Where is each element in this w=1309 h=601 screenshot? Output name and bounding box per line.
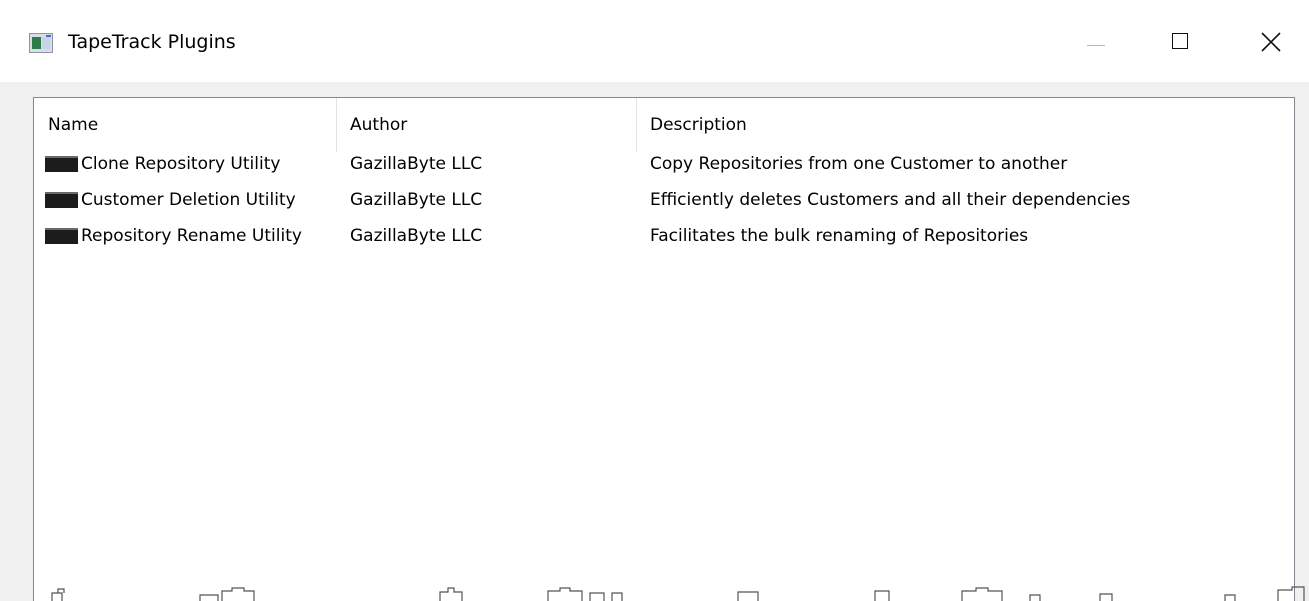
plugins-list[interactable]: Name Author Description Clone Repository… (33, 97, 1295, 601)
cropped-content-edge (0, 586, 1309, 601)
close-button[interactable] (1240, 18, 1302, 70)
list-item[interactable]: Clone Repository Utility GazillaByte LLC… (34, 146, 1294, 182)
plugin-icon (45, 156, 78, 172)
plugin-author: GazillaByte LLC (350, 190, 483, 210)
plugin-name: Clone Repository Utility (81, 154, 281, 174)
app-icon-pane-left (32, 37, 41, 49)
column-header-author[interactable]: Author (336, 98, 636, 152)
close-icon (1261, 32, 1281, 52)
plugins-window: TapeTrack Plugins Name Author Descriptio… (0, 0, 1309, 601)
app-icon-accent (46, 35, 51, 37)
minimize-icon (1087, 45, 1105, 46)
column-header-name[interactable]: Name (34, 98, 336, 152)
maximize-icon (1172, 33, 1188, 49)
plugin-name: Customer Deletion Utility (81, 190, 296, 210)
plugin-description: Copy Repositories from one Customer to a… (650, 154, 1068, 174)
list-header: Name Author Description (34, 98, 1294, 152)
cropped-glyphs-decoration (51, 586, 1305, 601)
app-icon (29, 33, 53, 53)
plugin-author: GazillaByte LLC (350, 226, 483, 246)
window-title: TapeTrack Plugins (68, 31, 236, 53)
title-bar[interactable]: TapeTrack Plugins (0, 0, 1309, 82)
plugin-author: GazillaByte LLC (350, 154, 483, 174)
minimize-button[interactable] (1066, 18, 1128, 70)
column-header-description[interactable]: Description (636, 98, 1296, 152)
plugin-description: Facilitates the bulk renaming of Reposit… (650, 226, 1029, 246)
app-icon-pane-right (42, 37, 50, 49)
plugin-icon (45, 228, 78, 244)
list-item[interactable]: Customer Deletion Utility GazillaByte LL… (34, 182, 1294, 218)
plugin-name: Repository Rename Utility (81, 226, 302, 246)
list-item[interactable]: Repository Rename Utility GazillaByte LL… (34, 218, 1294, 254)
plugin-description: Efficiently deletes Customers and all th… (650, 190, 1131, 210)
plugin-icon (45, 192, 78, 208)
maximize-button[interactable] (1150, 18, 1212, 70)
